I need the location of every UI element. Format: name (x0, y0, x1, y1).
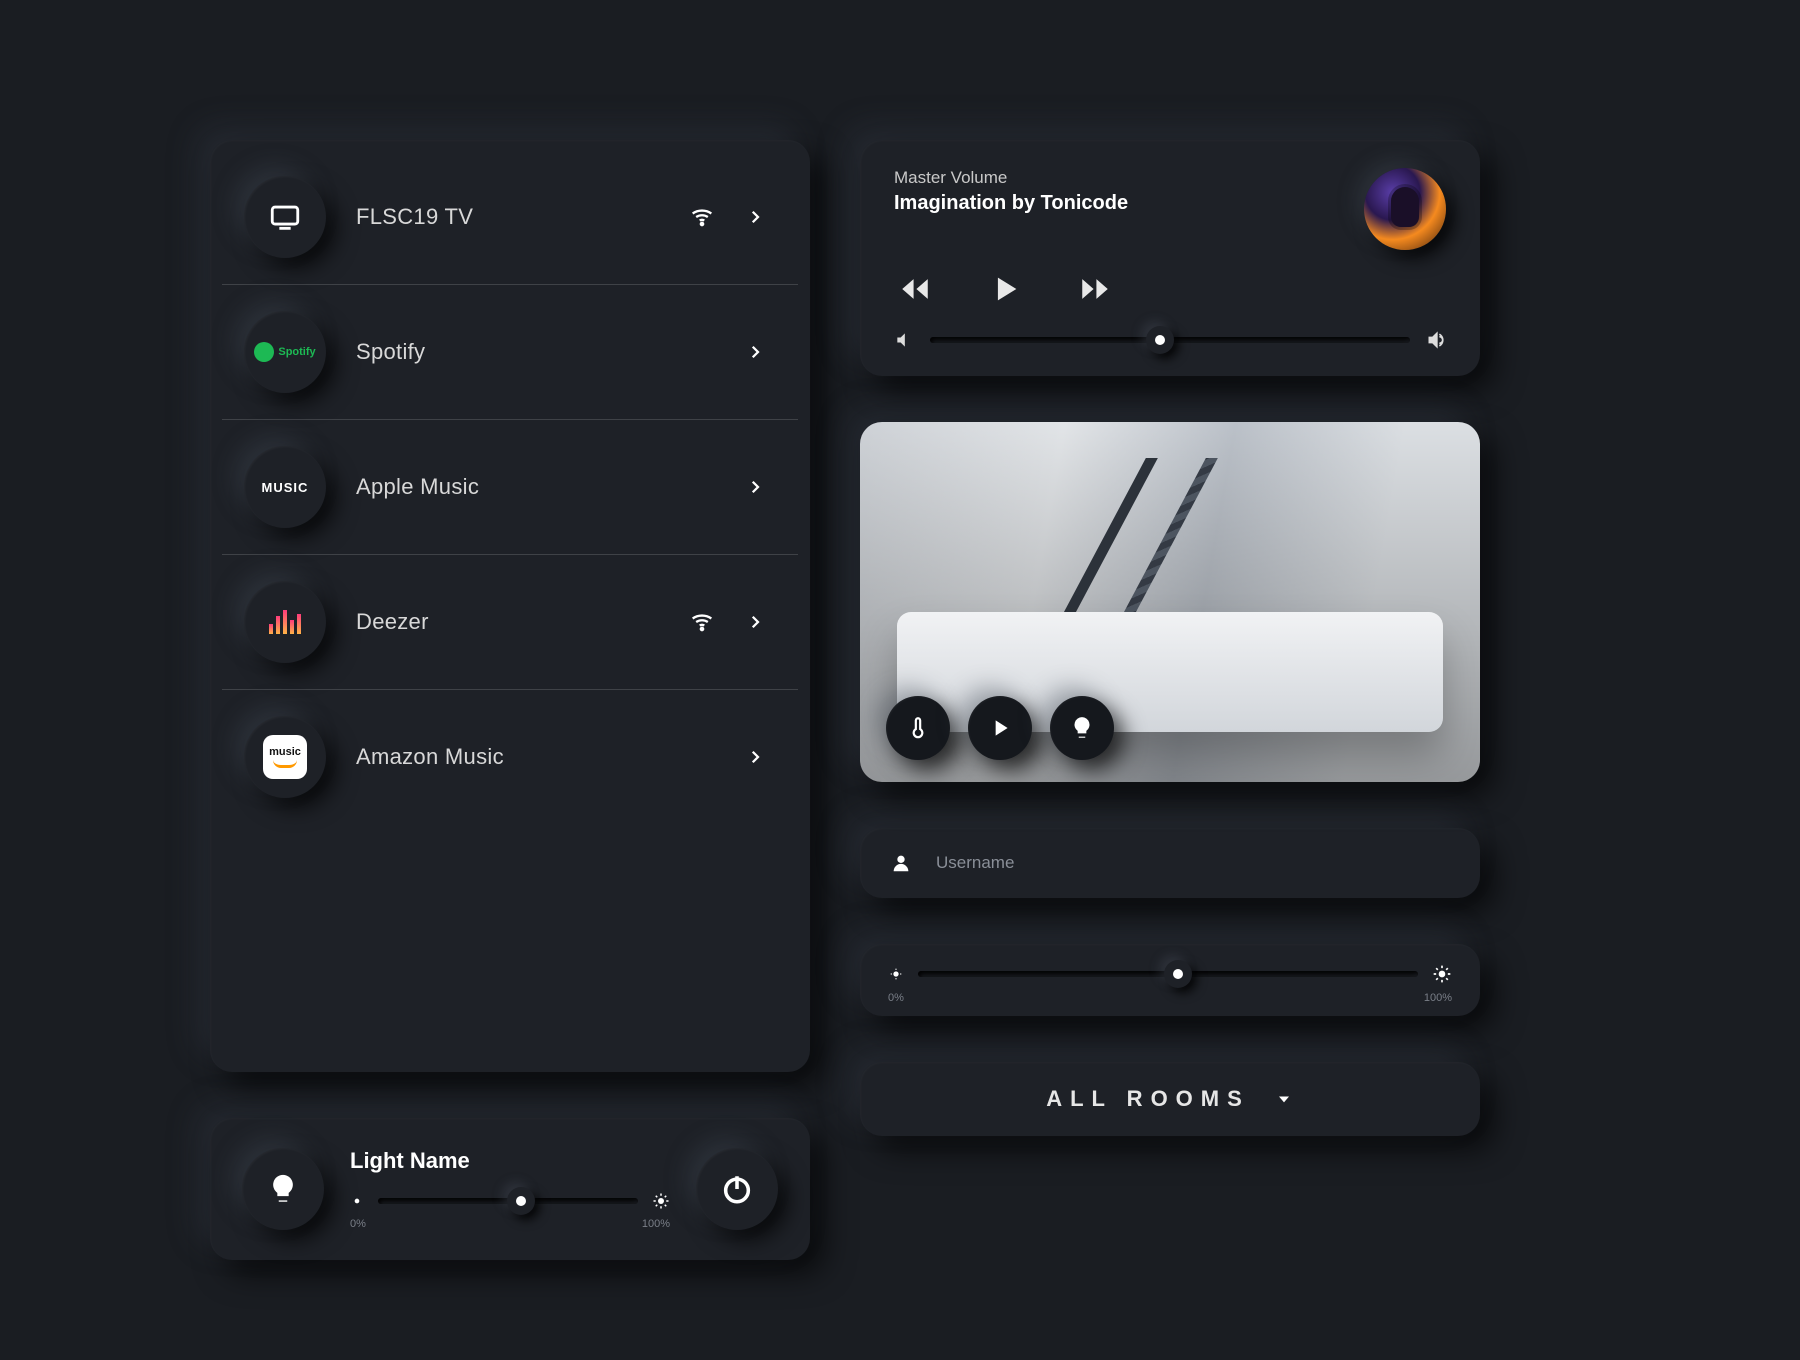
username-placeholder: Username (936, 853, 1014, 873)
brightness-high-icon (652, 1192, 670, 1210)
user-icon (890, 852, 912, 874)
chevron-right-icon (746, 343, 764, 361)
chevron-right-icon (746, 478, 764, 496)
player-title: Imagination by Tonicode (894, 192, 1128, 215)
tv-icon (244, 176, 326, 258)
source-item-spotify[interactable]: Spotify Spotify (222, 285, 798, 420)
brightness-card: 0% 100% (860, 944, 1480, 1016)
slider-thumb[interactable] (1146, 326, 1174, 354)
wifi-icon (688, 203, 716, 231)
source-item-apple-music[interactable]: MUSIC Apple Music (222, 420, 798, 555)
chevron-right-icon (746, 208, 764, 226)
light-title: Light Name (350, 1148, 670, 1174)
caret-down-icon (1274, 1089, 1294, 1109)
bulb-icon (242, 1148, 324, 1230)
slider-max-label: 100% (642, 1218, 670, 1230)
brightness-high-icon (1432, 964, 1452, 984)
source-list: FLSC19 TV Spotify Spotify (210, 140, 810, 1072)
volume-low-icon (894, 330, 914, 350)
deezer-icon (244, 581, 326, 663)
camera-feed[interactable] (860, 422, 1480, 782)
brightness-low-icon (888, 966, 904, 982)
volume-slider[interactable] (930, 337, 1410, 343)
username-input[interactable]: Username (860, 828, 1480, 898)
player-subtitle: Master Volume (894, 168, 1128, 188)
source-item-tv[interactable]: FLSC19 TV (222, 150, 798, 285)
source-label: Amazon Music (356, 744, 716, 770)
camera-play-button[interactable] (968, 696, 1032, 760)
play-button[interactable] (988, 272, 1022, 306)
slider-max-label: 100% (1424, 992, 1452, 1004)
power-button[interactable] (696, 1148, 778, 1230)
brightness-slider[interactable] (918, 971, 1418, 977)
rooms-dropdown[interactable]: ALL ROOMS (860, 1062, 1480, 1136)
slider-min-label: 0% (350, 1218, 366, 1230)
rooms-label: ALL ROOMS (1046, 1086, 1250, 1112)
brightness-low-icon (350, 1194, 364, 1208)
rewind-button[interactable] (898, 272, 932, 306)
forward-button[interactable] (1078, 272, 1112, 306)
album-art[interactable] (1364, 168, 1446, 250)
apple-music-icon: MUSIC (244, 446, 326, 528)
source-item-deezer[interactable]: Deezer (222, 555, 798, 690)
light-card: Light Name 0% 100% (210, 1118, 810, 1260)
thermometer-button[interactable] (886, 696, 950, 760)
spotify-icon: Spotify (244, 311, 326, 393)
chevron-right-icon (746, 748, 764, 766)
source-label: Deezer (356, 609, 658, 635)
slider-thumb[interactable] (507, 1187, 535, 1215)
player-card: Master Volume Imagination by Tonicode (860, 140, 1480, 376)
light-slider[interactable] (378, 1198, 638, 1204)
amazon-music-icon: music (244, 716, 326, 798)
camera-light-button[interactable] (1050, 696, 1114, 760)
source-label: Apple Music (356, 474, 716, 500)
volume-high-icon (1426, 330, 1446, 350)
wifi-icon (688, 608, 716, 636)
chevron-right-icon (746, 613, 764, 631)
slider-min-label: 0% (888, 992, 904, 1004)
slider-thumb[interactable] (1164, 960, 1192, 988)
source-label: Spotify (356, 339, 716, 365)
source-label: FLSC19 TV (356, 204, 658, 230)
source-item-amazon-music[interactable]: music Amazon Music (222, 690, 798, 824)
